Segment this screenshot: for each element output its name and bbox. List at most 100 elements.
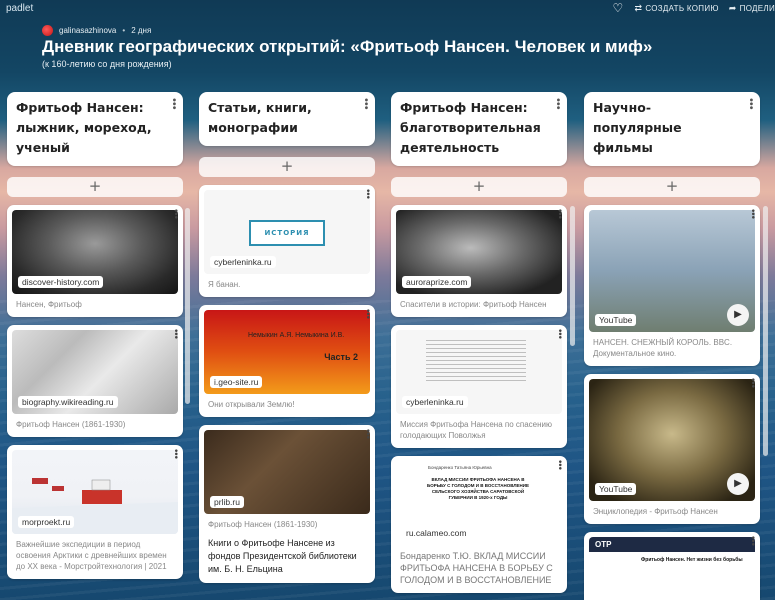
history-banner: ИСТОРИЯ (249, 220, 325, 246)
post-caption: Я банан. (208, 280, 241, 289)
link-source: prlib.ru (210, 496, 244, 508)
top-bar: padlet ♡ ⇄ СОЗДАТЬ КОПИЮ ➦ ПОДЕЛИ (0, 0, 775, 20)
brand-logo[interactable]: padlet (6, 3, 33, 14)
column-4-scrollbar[interactable] (763, 206, 768, 456)
post-card[interactable]: ••• Немыкин А.Я. Немыкина И.В. Часть 2 i… (199, 305, 375, 417)
post-caption: Фритьоф Нансен (1861-1930) (208, 520, 318, 529)
post-image: ОТР Фритьоф Нансен. Нет жизни без борьбы (589, 537, 755, 600)
link-source: cyberleninka.ru (402, 396, 468, 408)
post-image: ИСТОРИЯ cyberleninka.ru (204, 190, 370, 274)
avatar[interactable] (42, 25, 53, 36)
post-caption: НАНСЕН. СНЕЖНЫЙ КОРОЛЬ. BBC. Документаль… (593, 338, 733, 358)
post-image: cyberleninka.ru (396, 330, 562, 414)
link-source: YouTube (595, 314, 637, 326)
post-image: Бондаренко Татьяна Юрьевна ВКЛАД МИССИИ … (396, 461, 562, 545)
link-source: cyberleninka.ru (210, 256, 276, 268)
share-icon: ➦ (728, 2, 737, 13)
post-image: auroraprize.com (396, 210, 562, 294)
post-image: Немыкин А.Я. Немыкина И.В. Часть 2 i.geo… (204, 310, 370, 394)
more-icon[interactable]: ••• (554, 208, 564, 218)
post-image: prlib.ru (204, 430, 370, 514)
column-3: Фритьоф Нансен: благотворительная деятел… (391, 92, 567, 593)
link-source: morproekt.ru (18, 516, 75, 528)
more-icon[interactable]: ••• (554, 328, 564, 338)
copy-label: СОЗДАТЬ КОПИЮ (645, 3, 719, 13)
more-icon[interactable]: ••• (170, 448, 180, 458)
otr-logo: ОТР (595, 540, 612, 549)
post-caption: Фритьоф Нансен (1861-1930) (16, 420, 126, 429)
copy-button[interactable]: ⇄ СОЗДАТЬ КОПИЮ (635, 3, 719, 14)
post-card[interactable]: ••• cyberleninka.ru Миссия Фритьофа Нанс… (391, 325, 567, 448)
heart-icon[interactable]: ♡ (613, 2, 625, 14)
post-card[interactable]: ••• morproekt.ru Важнейшие экспедиции в … (7, 445, 183, 579)
more-icon[interactable]: ••• (747, 535, 757, 545)
post-card[interactable]: ••• ИСТОРИЯ cyberleninka.ru Я банан. (199, 185, 375, 297)
play-icon[interactable]: ▶ (727, 473, 749, 495)
doc-title: ВКЛАД МИССИИ ФРИТЬОФА НАНСЕНА В БОРЬБУ С… (426, 477, 530, 500)
post-card[interactable]: ••• prlib.ru Фритьоф Нансен (1861-1930) … (199, 425, 375, 583)
post-card[interactable]: ••• YouTube ▶ НАНСЕН. СНЕЖНЫЙ КОРОЛЬ. BB… (584, 205, 760, 366)
more-icon[interactable]: ••• (170, 208, 180, 218)
more-icon[interactable]: ••• (552, 97, 563, 109)
board-subtitle: (к 160-летию со дня рождения) (42, 59, 172, 69)
post-card[interactable]: ••• auroraprize.com Спасители в истории:… (391, 205, 567, 317)
document-lines (426, 340, 526, 384)
post-caption: Бондаренко Т.Ю. ВКЛАД МИССИИ ФРИТЬОФА НА… (400, 551, 553, 585)
column-header: Фритьоф Нансен: лыжник, мореход, ученый … (7, 92, 183, 166)
post-caption: Спасители в истории: Фритьоф Нансен (400, 300, 547, 309)
column-1: Фритьоф Нансен: лыжник, мореход, ученый … (7, 92, 183, 579)
video-title: Фритьоф Нансен. Нет жизни без борьбы (641, 557, 743, 563)
more-icon[interactable]: ••• (747, 208, 757, 218)
link-source: discover-history.com (18, 276, 104, 288)
more-icon[interactable]: ••• (554, 459, 564, 469)
play-icon[interactable]: ▶ (727, 304, 749, 326)
remake-icon: ⇄ (634, 2, 643, 13)
book-authors: Немыкин А.Я. Немыкина И.В. (248, 332, 345, 339)
link-source: auroraprize.com (402, 276, 472, 288)
link-source: ru.calameo.com (402, 527, 471, 539)
share-button[interactable]: ➦ ПОДЕЛИ (729, 3, 775, 14)
link-source: biography.wikireading.ru (18, 396, 118, 408)
video-thumbnail: YouTube ▶ (589, 379, 755, 501)
more-icon[interactable]: ••• (168, 97, 179, 109)
column-title: Фритьоф Нансен: благотворительная деятел… (400, 100, 541, 155)
post-time: 2 дня (131, 26, 152, 35)
more-icon[interactable]: ••• (747, 377, 757, 387)
column-header: Научно-популярные фильмы ••• (584, 92, 760, 166)
add-post-button[interactable]: + (391, 177, 567, 197)
post-card[interactable]: ••• Бондаренко Татьяна Юрьевна ВКЛАД МИС… (391, 456, 567, 593)
doc-author: Бондаренко Татьяна Юрьевна (428, 465, 492, 470)
column-header: Статьи, книги, монографии ••• (199, 92, 375, 146)
post-card[interactable]: ••• YouTube ▶ Энциклопедия - Фритьоф Нан… (584, 374, 760, 524)
column-header: Фритьоф Нансен: благотворительная деятел… (391, 92, 567, 166)
column-title: Статьи, книги, монографии (208, 100, 312, 135)
post-card[interactable]: ••• ОТР Фритьоф Нансен. Нет жизни без бо… (584, 532, 760, 600)
author-line: galinasazhinova • 2 дня (42, 25, 151, 36)
more-icon[interactable]: ••• (170, 328, 180, 338)
column-3-scrollbar[interactable] (570, 206, 575, 346)
post-card[interactable]: ••• discover-history.com Нансен, Фритьоф (7, 205, 183, 317)
top-actions: ♡ ⇄ СОЗДАТЬ КОПИЮ ➦ ПОДЕЛИ (613, 2, 775, 14)
video-thumbnail: YouTube ▶ (589, 210, 755, 332)
add-post-button[interactable]: + (584, 177, 760, 197)
post-caption: Нансен, Фритьоф (16, 300, 82, 309)
board-title: Дневник географических открытий: «Фритьо… (42, 37, 653, 56)
author-name[interactable]: galinasazhinova (59, 26, 116, 35)
more-icon[interactable]: ••• (362, 428, 372, 438)
add-post-button[interactable]: + (7, 177, 183, 197)
add-post-button[interactable]: + (199, 157, 375, 177)
separator-dot: • (122, 26, 126, 35)
link-source: i.geo-site.ru (210, 376, 263, 388)
more-icon[interactable]: ••• (362, 308, 372, 318)
more-icon[interactable]: ••• (362, 188, 372, 198)
more-icon[interactable]: ••• (745, 97, 756, 109)
post-card[interactable]: ••• biography.wikireading.ru Фритьоф Нан… (7, 325, 183, 437)
post-caption: Важнейшие экспедиции в период освоения А… (16, 540, 167, 571)
link-source: YouTube (595, 483, 637, 495)
column-1-scrollbar[interactable] (185, 208, 190, 404)
more-icon[interactable]: ••• (360, 97, 371, 109)
column-4: Научно-популярные фильмы ••• + ••• YouTu… (584, 92, 760, 600)
post-image: discover-history.com (12, 210, 178, 294)
post-caption: Миссия Фритьофа Нансена по спасению голо… (400, 420, 552, 440)
post-image: biography.wikireading.ru (12, 330, 178, 414)
